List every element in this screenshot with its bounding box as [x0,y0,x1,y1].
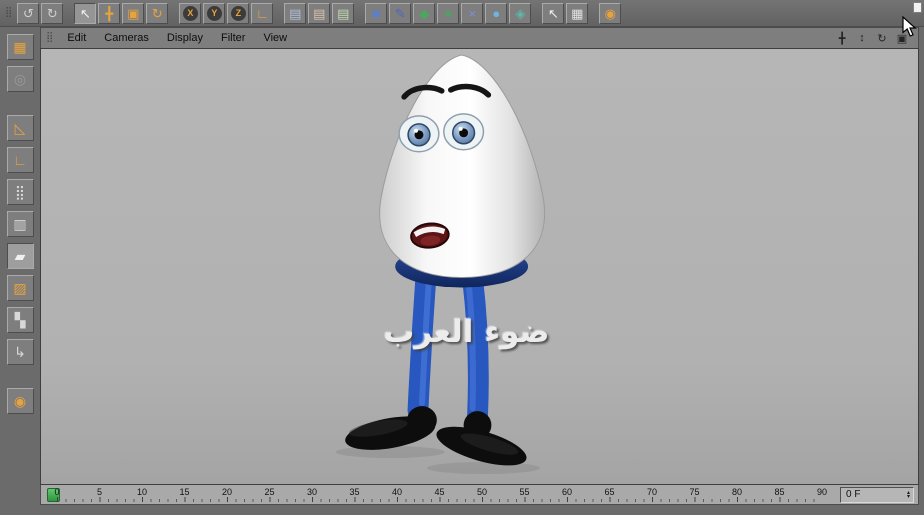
menu-filter[interactable]: Filter [212,29,254,47]
polygons-mode-icon[interactable]: ▰ [6,243,34,269]
timeline-tick: 25 [264,486,275,497]
menubar-drag-handle[interactable]: ⣿ [46,33,53,43]
separator [170,3,177,24]
ground-shadow-right [426,462,541,475]
timeline-bar: 0 5 10 15 20 25 30 35 40 45 50 55 60 65 70 75 80 85 90 0 F… [40,485,919,505]
frame-value: 0 F [846,489,861,500]
online-updater-globe-icon[interactable]: ◉ [599,2,622,24]
texture-mode-icon[interactable]: ▨ [6,275,34,301]
timeline-tick: 30 [306,486,318,497]
add-particle-object-icon[interactable]: ◈ [509,2,532,24]
current-frame-field[interactable]: 0 F ▴ ▾ [840,486,914,503]
timeline-tick: 0 [54,486,60,497]
texture-axis-mode-icon[interactable]: ▚ [6,307,34,333]
make-editable-icon[interactable]: ▦ [6,34,34,60]
zoom-view-icon[interactable]: ↕ [854,30,870,46]
separator [356,3,363,24]
render-view-icon[interactable]: ▤ [284,2,307,24]
window-corner-box [913,2,922,13]
timeline-tick: 40 [391,486,403,497]
add-deformer-icon[interactable]: × [461,2,484,24]
live-selection-tool-icon[interactable]: ↖ [74,2,97,24]
timeline-tick: 45 [434,486,445,497]
coordinate-system-icon[interactable]: ∟ [251,2,274,24]
separator [275,3,282,24]
move-tool-icon[interactable]: ╋ [98,2,121,24]
separator [590,3,597,24]
timeline-tick: 10 [136,486,148,497]
redo-icon[interactable]: ↻ [41,2,64,24]
timeline-ruler[interactable]: 0 5 10 15 20 25 30 35 40 45 50 55 60 65 70 75 80 85 90 [45,486,830,504]
rotate-view-icon[interactable]: ↻ [874,30,890,46]
add-cube-object-icon[interactable]: ■ [365,2,388,24]
snap-settings-icon[interactable]: ◉ [6,388,34,414]
model-mode-icon[interactable]: ◎ [6,66,34,92]
shoes [345,406,527,466]
lock-z-axis-icon[interactable]: Z [227,2,250,24]
add-modeling-object-icon[interactable]: ∗ [437,2,460,24]
add-scene-object-icon[interactable]: ● [485,2,508,24]
undo-icon[interactable]: ↺ [17,2,40,24]
left-toolbar: ▦ ◎ ◺ ∟ ⣿ ▥ ▰ ▨ ▚ ↳ ◉ [0,27,40,515]
mouse-cursor [902,16,917,37]
add-spline-icon[interactable]: ✎ [389,2,412,24]
object-manager-icon[interactable]: ▦ [566,2,589,24]
watermark-text: ضوء العرب [383,313,550,350]
top-toolbar: ⣿ ↺ ↻ ↖ ╋ ▣ ↻ X Y Z ∟ ▤ ▤ ▤ ■ ✎ ◆ ∗ × ● ◈ ↖ ▦ ◉ [0,0,924,27]
menu-view[interactable]: View [254,29,296,47]
separator [65,3,72,24]
separator [7,371,34,382]
viewport-3d[interactable]: ضوء العرب [40,48,919,485]
toolbar-drag-handle[interactable]: ⣿ [5,8,12,18]
timeline-tick: 85 [774,486,785,497]
render-picture-viewer-icon[interactable]: ▤ [308,2,331,24]
timeline-tick: 50 [476,486,488,497]
points-mode-icon[interactable]: ⣿ [6,179,34,205]
timeline-tick: 20 [221,486,233,497]
edges-mode-icon[interactable]: ▥ [6,211,34,237]
timeline-tick: 80 [731,486,743,497]
menu-edit[interactable]: Edit [58,29,95,47]
timeline-tick: 5 [96,486,103,497]
render-settings-icon[interactable]: ▤ [332,2,355,24]
frame-spinner[interactable]: ▴ ▾ [907,490,910,500]
animation-mode-icon[interactable]: ↳ [6,339,34,365]
axis-mode-icon[interactable]: ◺ [6,115,34,141]
timeline-tick: 60 [561,486,573,497]
timeline-tick: 15 [179,486,190,497]
lock-y-axis-icon[interactable]: Y [203,2,226,24]
timeline-tick: 70 [646,486,658,497]
timeline-tick: 55 [519,486,530,497]
pan-view-icon[interactable]: ╋ [834,30,850,46]
timeline-tick: 90 [816,486,828,497]
scale-tool-icon[interactable]: ▣ [122,2,145,24]
menu-display[interactable]: Display [158,29,212,47]
separator [533,3,540,24]
bottom-strip [40,505,919,515]
add-nurbs-icon[interactable]: ◆ [413,2,436,24]
viewport-menubar: ⣿ Edit Cameras Display Filter View ╋ ↕ ↻ ▣ [40,27,919,48]
egg-character [335,54,545,475]
viewport-panel: ⣿ Edit Cameras Display Filter View ╋ ↕ ↻ ▣ [40,27,924,515]
object-axis-mode-icon[interactable]: ∟ [6,147,34,173]
rotate-tool-icon[interactable]: ↻ [146,2,169,24]
lock-x-axis-icon[interactable]: X [179,2,202,24]
spinner-down-icon[interactable]: ▾ [907,494,910,500]
menu-cameras[interactable]: Cameras [95,29,158,47]
timeline-tick: 75 [689,486,700,497]
tick-marks [57,496,822,502]
tool-pointer-icon[interactable]: ↖ [542,2,565,24]
timeline-tick: 35 [349,486,360,497]
timeline-tick: 65 [604,486,615,497]
separator [7,98,34,109]
